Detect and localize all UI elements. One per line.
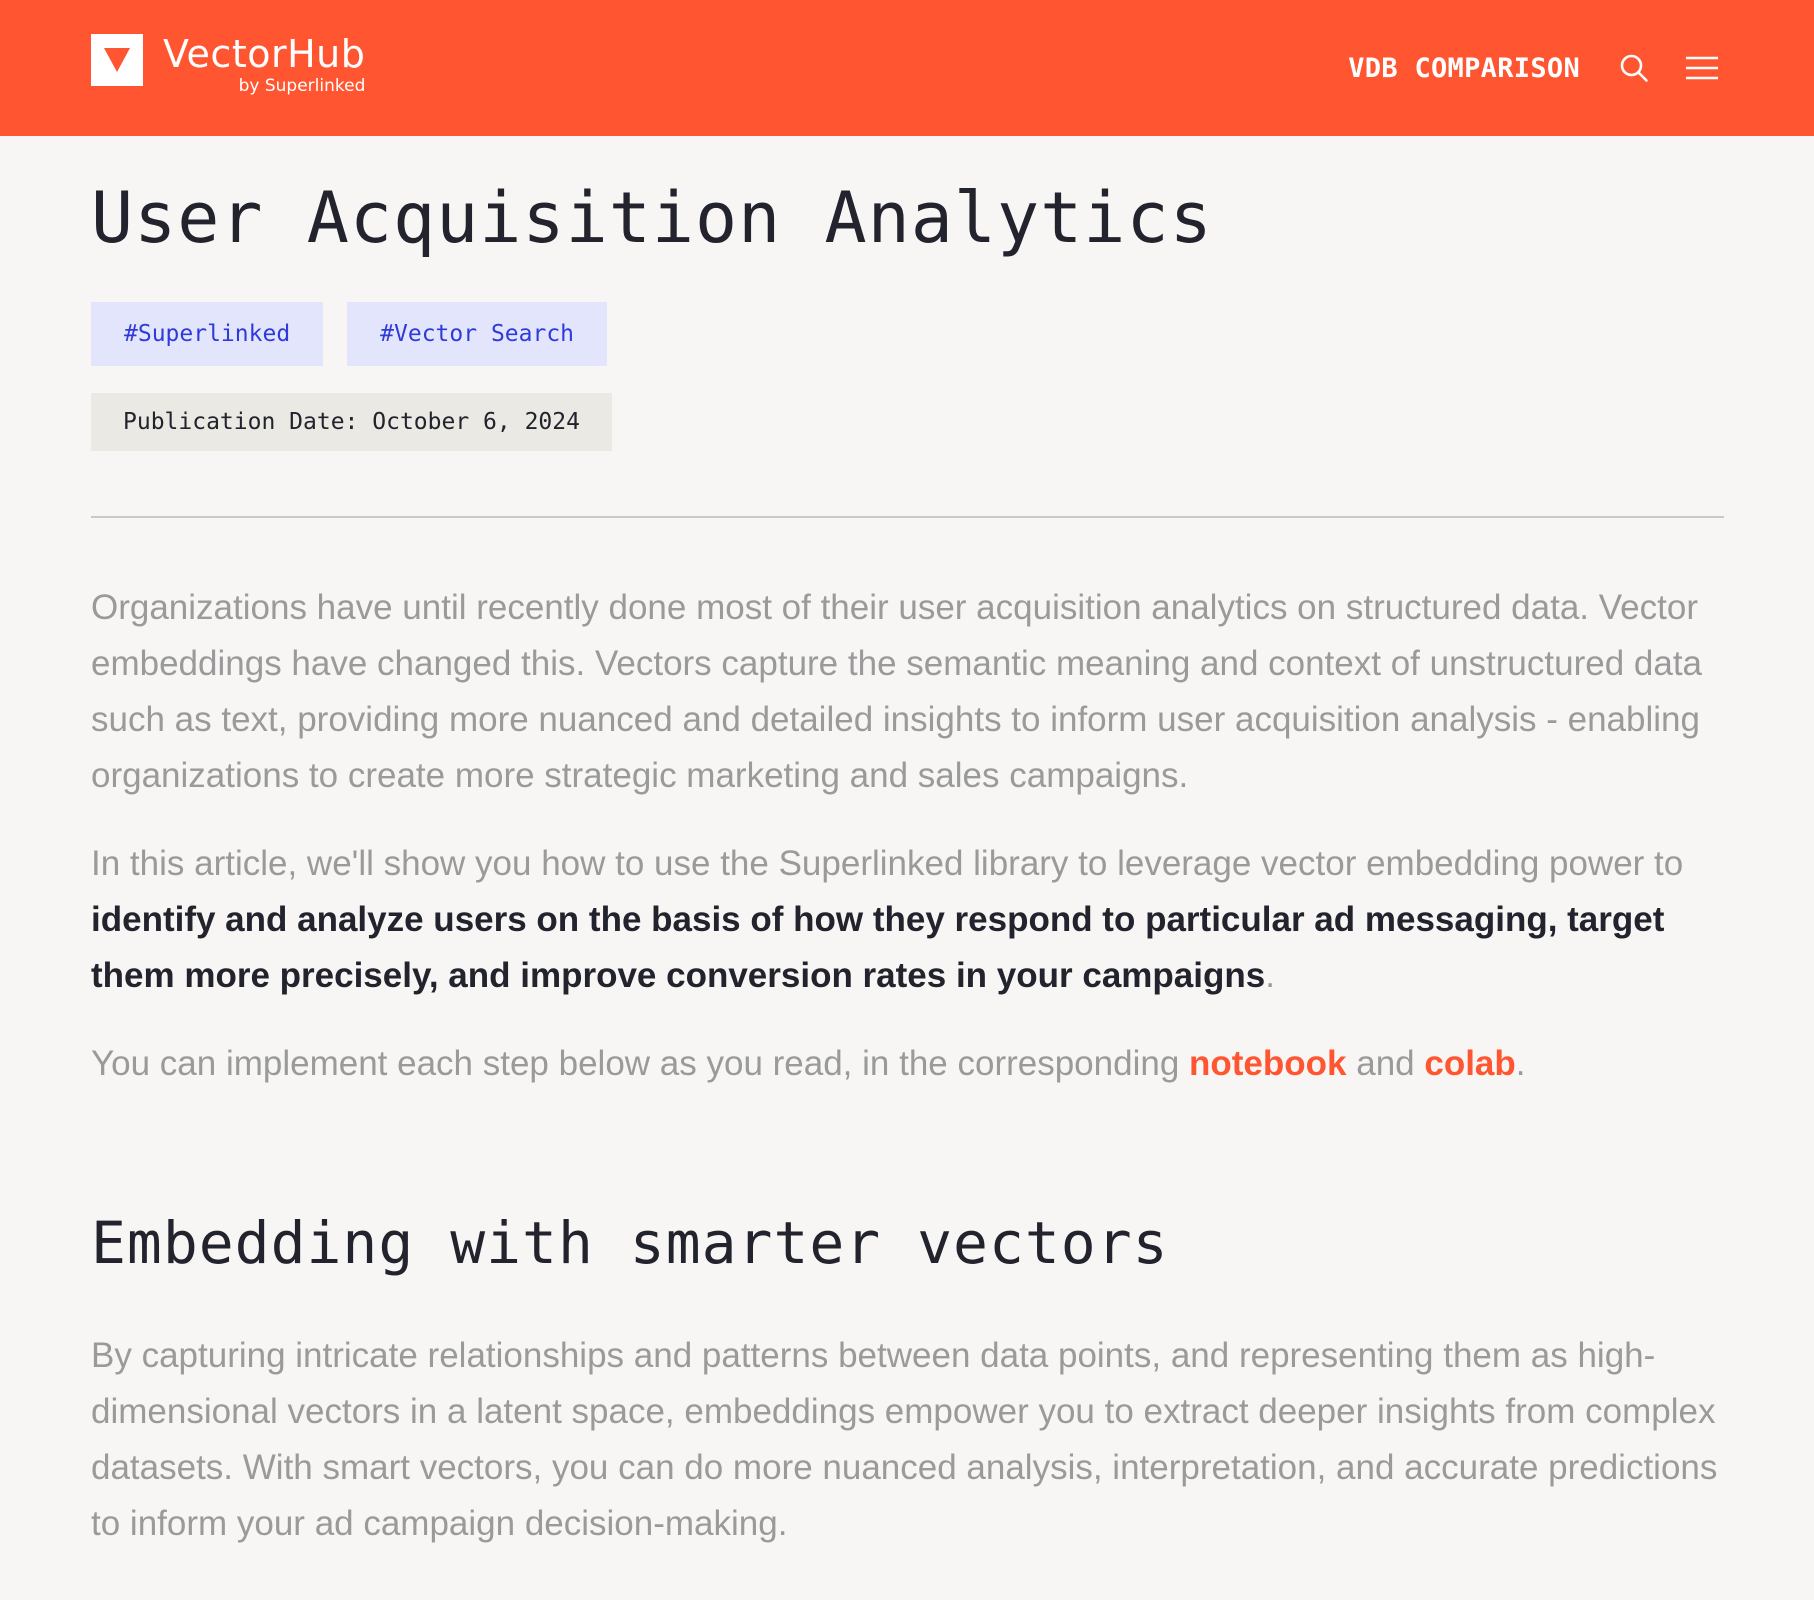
implementation-paragraph: You can implement each step below as you…: [91, 1036, 1724, 1092]
overview-text-start: In this article, we'll show you how to u…: [91, 844, 1684, 883]
implementation-text-mid: and: [1346, 1044, 1425, 1083]
tag-vector-search[interactable]: #Vector Search: [347, 302, 608, 366]
notebook-link[interactable]: notebook: [1189, 1044, 1346, 1083]
site-header: VectorHub by Superlinked VDB COMPARISON: [0, 0, 1814, 136]
article-content: User Acquisition Analytics #Superlinked …: [91, 136, 1724, 1552]
triangle-down-logo-icon: [91, 34, 143, 86]
colab-link[interactable]: colab: [1424, 1044, 1515, 1083]
section-title: Embedding with smarter vectors: [91, 1209, 1169, 1277]
intro-paragraph: Organizations have until recently done m…: [91, 588, 1703, 795]
logo-text: VectorHub by Superlinked: [163, 34, 365, 96]
tag-list: #Superlinked #Vector Search: [91, 302, 1724, 366]
logo-subtitle: by Superlinked: [238, 76, 366, 96]
vectorhub-logo-link[interactable]: VectorHub by Superlinked: [91, 34, 365, 96]
publication-date: Publication Date: October 6, 2024: [91, 393, 612, 451]
section-paragraph: By capturing intricate relationships and…: [91, 1336, 1718, 1543]
overview-text-end: .: [1265, 956, 1275, 995]
logo-name: VectorHub: [163, 32, 366, 76]
implementation-text-end: .: [1515, 1044, 1526, 1083]
header-nav: VDB COMPARISON: [1348, 44, 1722, 92]
implementation-text-start: You can implement each step below as you…: [91, 1044, 1190, 1083]
page-title: User Acquisition Analytics: [91, 177, 1213, 259]
article-overview-paragraph: In this article, we'll show you how to u…: [91, 836, 1724, 1004]
search-icon[interactable]: [1614, 48, 1654, 88]
overview-bold-text: identify and analyze users on the basis …: [91, 900, 1665, 995]
vdb-comparison-link[interactable]: VDB COMPARISON: [1348, 53, 1580, 84]
tag-superlinked[interactable]: #Superlinked: [91, 302, 324, 366]
divider: [91, 516, 1724, 518]
hamburger-menu-icon[interactable]: [1682, 48, 1722, 88]
